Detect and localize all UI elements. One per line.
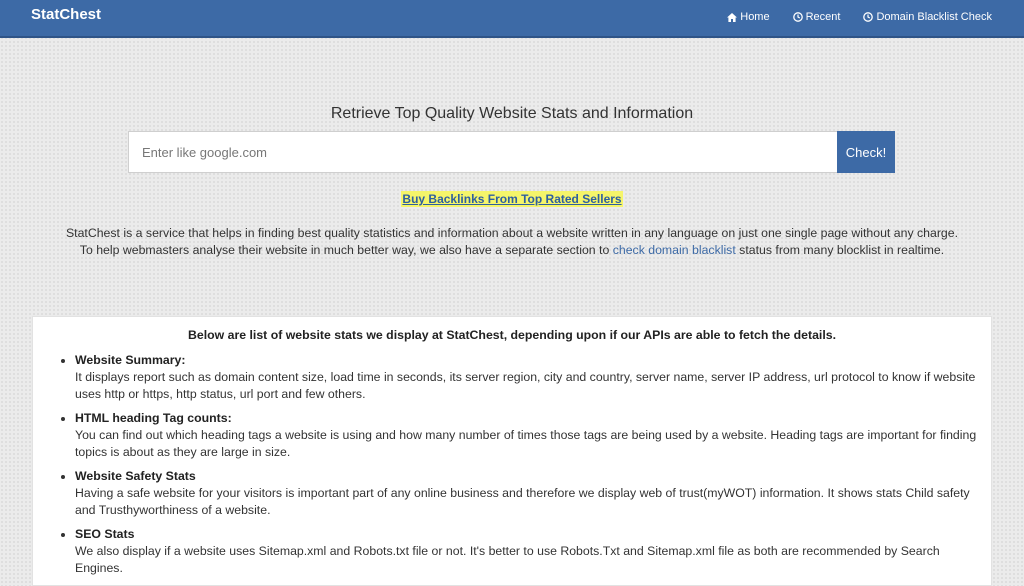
nav-recent-label: Recent xyxy=(805,11,841,23)
feature-item: HTML heading Tag counts: You can find ou… xyxy=(75,410,991,461)
nav-home-link[interactable]: Home xyxy=(727,11,770,23)
buy-backlinks-link[interactable]: Buy Backlinks From Top Rated Sellers xyxy=(401,191,623,207)
clock-icon xyxy=(792,12,803,22)
feature-title: SEO Stats xyxy=(75,527,135,541)
domain-search-input[interactable] xyxy=(128,131,837,173)
nav-blacklist-link[interactable]: Domain Blacklist Check xyxy=(863,11,992,23)
top-navbar: StatChest Home Recent Domain Blacklist C… xyxy=(0,0,1024,38)
promo-banner: Buy Backlinks From Top Rated Sellers xyxy=(0,190,1024,208)
brand-logo[interactable]: StatChest xyxy=(31,6,101,23)
feature-item: SEO Stats We also display if a website u… xyxy=(75,526,991,577)
intro-line-2-before: To help webmasters analyse their website… xyxy=(79,243,610,257)
feature-description: We also display if a website uses Sitema… xyxy=(75,544,940,575)
feature-title: HTML heading Tag counts: xyxy=(75,411,232,425)
feature-item: Website Safety Stats Having a safe websi… xyxy=(75,468,991,519)
nav-recent-link[interactable]: Recent xyxy=(792,11,841,23)
nav-blacklist-label: Domain Blacklist Check xyxy=(876,11,992,23)
features-heading: Below are list of website stats we displ… xyxy=(188,328,836,342)
nav-home-label: Home xyxy=(740,11,770,23)
feature-description: It displays report such as domain conten… xyxy=(75,370,976,401)
search-form: Check! xyxy=(128,131,895,173)
check-button[interactable]: Check! xyxy=(837,131,895,173)
feature-title: Website Safety Stats xyxy=(75,469,196,483)
intro-line-2-after: status from many blocklist in realtime. xyxy=(739,243,945,257)
intro-text: StatChest is a service that helps in fin… xyxy=(0,225,1024,259)
feature-item: Website Summary: It displays report such… xyxy=(75,352,991,403)
check-domain-blacklist-link[interactable]: check domain blacklist xyxy=(613,243,736,257)
home-icon xyxy=(727,12,738,22)
nav-links: Home Recent Domain Blacklist Check xyxy=(704,11,992,23)
feature-description: Having a safe website for your visitors … xyxy=(75,486,970,517)
intro-line-2: To help webmasters analyse their website… xyxy=(0,242,1024,259)
features-list: Website Summary: It displays report such… xyxy=(33,352,991,577)
feature-description: You can find out which heading tags a we… xyxy=(75,428,977,459)
clock-icon xyxy=(863,12,874,22)
intro-line-1: StatChest is a service that helps in fin… xyxy=(65,226,959,240)
features-panel: Below are list of website stats we displ… xyxy=(32,316,992,586)
feature-title: Website Summary: xyxy=(75,353,186,367)
page-headline: Retrieve Top Quality Website Stats and I… xyxy=(330,105,694,122)
